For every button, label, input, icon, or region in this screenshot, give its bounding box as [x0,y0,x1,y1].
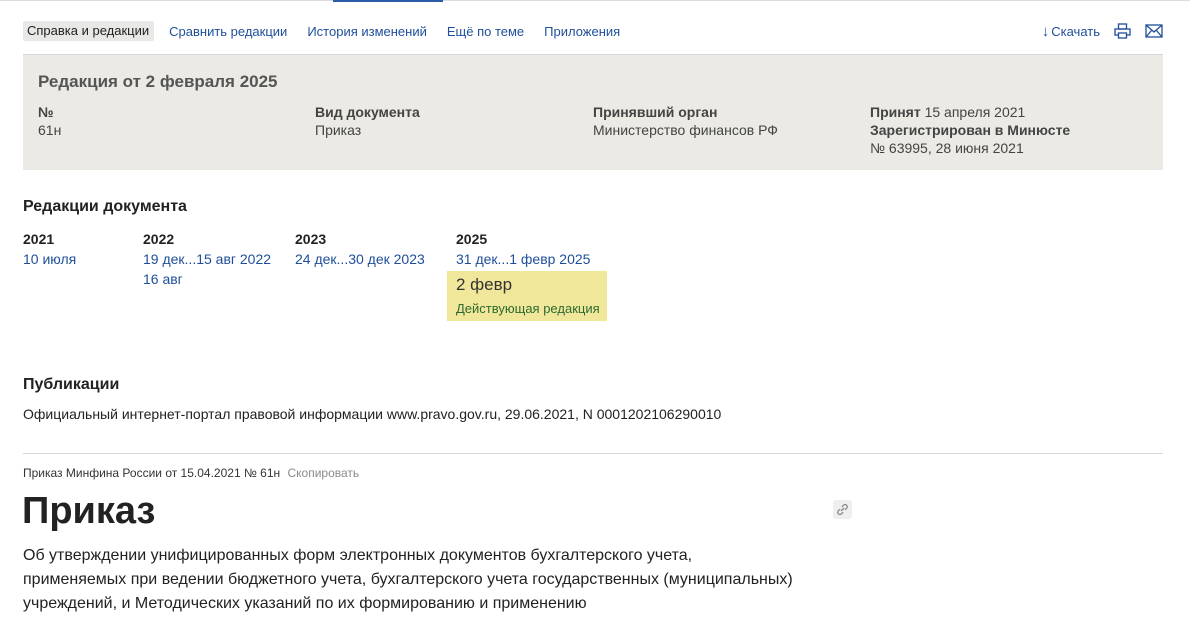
document-description: Об утверждении унифицированных форм элек… [23,547,793,612]
adopted-value: 15 апреля 2021 [924,104,1026,120]
info-doc-type: Вид документа Приказ [315,103,420,139]
year-label: 2022 [143,231,175,247]
download-button[interactable]: ↓ Скачать [1042,23,1100,40]
current-revision-badge: 2 февр Действующая редакция [447,271,607,321]
registered-label: Зарегистрирован в Минюсте [870,122,1071,138]
year-label: 2021 [23,231,55,247]
copy-citation-button[interactable]: Скопировать [287,466,359,480]
revision-link[interactable]: 10 июля [23,249,76,269]
info-authority: Принявший орган Министерство финансов РФ [593,103,778,139]
document-title: Приказ [22,490,156,532]
number-label: № [38,104,54,120]
revision-link[interactable]: 24 дек...30 дек 2023 [295,249,425,269]
doc-type-label: Вид документа [315,104,420,120]
registered-value: № 63995, 28 июня 2021 [870,140,1024,156]
info-number: № 61н [38,103,61,139]
number-value: 61н [38,122,62,138]
publication-source: Официальный интернет-портал правовой инф… [23,406,722,422]
section-divider [23,453,1163,454]
mail-icon[interactable] [1145,24,1163,38]
document-citation: Приказ Минфина России от 15.04.2021 № 61… [23,466,359,480]
revisions-year-2021: 2021 10 июля [23,229,76,269]
tab-compare[interactable]: Сравнить редакции [169,24,287,39]
adopted-label: Принят [870,104,921,120]
top-nav: Справка и редакции Сравнить редакции Ист… [23,21,1163,41]
revision-title: Редакция от 2 февраля 2025 [38,72,278,91]
year-label: 2025 [456,231,488,247]
link-icon[interactable] [833,500,852,519]
publications-heading: Публикации [23,376,120,393]
authority-label: Принявший орган [593,104,718,120]
revisions-year-2023: 2023 24 дек...30 дек 2023 [295,229,425,269]
revision-link[interactable]: 16 авг [143,269,271,289]
tab-related[interactable]: Ещё по теме [447,24,524,39]
current-revision-date: 2 февр [456,275,513,294]
revision-link[interactable]: 31 дек...1 февр 2025 [456,249,590,269]
document-info-panel: Редакция от 2 февраля 2025 № 61н Вид док… [23,55,1163,170]
info-dates: Принят 15 апреля 2021 Зарегистрирован в … [870,103,1070,157]
download-label: Скачать [1051,23,1100,39]
top-border [0,0,1190,1]
revisions-heading: Редакции документа [23,198,187,215]
revision-link[interactable]: 19 дек...15 авг 2022 [143,249,271,269]
year-label: 2023 [295,231,327,247]
current-revision-status: Действующая редакция [456,301,600,316]
tab-history[interactable]: История изменений [307,24,427,39]
download-arrow-icon: ↓ [1041,22,1050,40]
citation-text: Приказ Минфина России от 15.04.2021 № 61… [23,466,281,480]
tab-appendices[interactable]: Приложения [544,24,620,39]
print-icon[interactable] [1114,23,1131,39]
doc-type-value: Приказ [315,122,362,138]
tab-reference[interactable]: Справка и редакции [23,21,155,41]
revisions-year-2022: 2022 19 дек...15 авг 2022 16 авг [143,229,271,289]
top-accent-bar [333,0,443,2]
revisions-year-2025: 2025 31 дек...1 февр 2025 [456,229,590,269]
authority-value: Министерство финансов РФ [593,122,778,138]
nav-actions: ↓ Скачать [1042,23,1163,40]
